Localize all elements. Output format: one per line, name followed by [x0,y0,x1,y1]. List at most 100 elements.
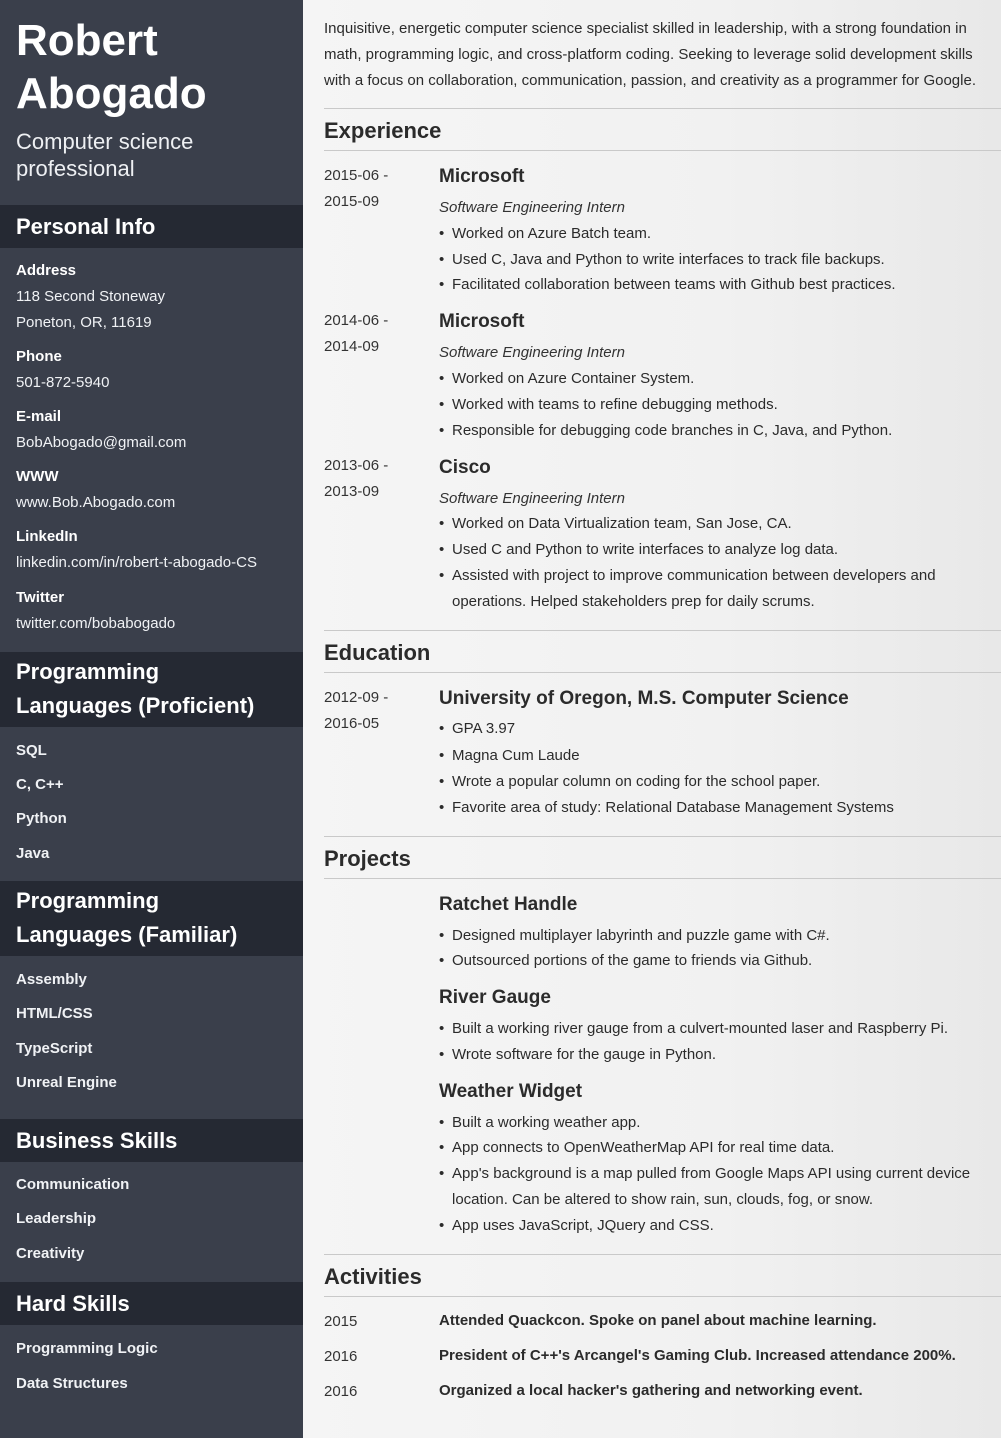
linkedin-value[interactable]: linkedin.com/in/robert-t-abogado-CS [16,550,301,576]
person-title: Computer science professional [16,128,296,182]
www-label: WWW [16,468,59,485]
familiar-languages-heading: Programming Languages (Familiar) [0,881,303,956]
education-bullet: • GPA 3.97 [439,720,516,737]
title-line-1: Computer science [16,129,194,154]
job-bullet: • Worked on Data Virtualization team, San… [439,515,792,532]
proficient-language-item: Java [16,845,50,862]
job-date-end: 2014-09 [324,338,380,355]
hard-skills-heading: Hard Skills [0,1282,303,1325]
hard-skill-item: Data Structures [16,1375,128,1392]
divider [324,108,1001,109]
project-bullet: • App's background is a map pulled from G… [439,1165,971,1208]
sidebar: Robert Abogado Computer science professi… [0,0,303,1438]
project-bullet: • Built a working river gauge from a culv… [439,1020,949,1037]
title-line-2: professional [16,156,135,181]
education-date-start: 2012-09 - [324,689,389,706]
education-bullet: • Wrote a popular column on coding for th… [439,773,821,790]
activity-text: Attended Quackcon. Spoke on panel about … [439,1312,877,1329]
divider [324,150,1001,151]
job-bullet: • Worked on Azure Container System. [439,370,695,387]
twitter-value[interactable]: twitter.com/bobabogado [16,611,301,637]
main-content: Inquisitive, energetic computer science … [303,0,1001,1438]
person-name: Robert Abogado [16,14,296,120]
summary-line: math, programming logic, and cross-platf… [324,46,973,63]
activity-text: Organized a local hacker's gathering and… [439,1382,863,1399]
proficient-languages-heading: Programming Languages (Proficient) [0,652,303,727]
project-bullet: • App connects to OpenWeatherMap API for … [439,1139,835,1156]
proficient-language-item: SQL [16,742,47,759]
hard-skill-item: Programming Logic [16,1340,158,1357]
education-heading: Education [324,640,431,665]
proficient-heading-line-1: Programming [16,659,160,684]
project-bullet: • Outsourced portions of the game to frie… [439,952,813,969]
job-date: 2015-06 - 2015-09 [324,163,424,215]
divider [324,878,1001,879]
activity-year: 2015 [324,1313,358,1330]
activity-year: 2016 [324,1348,358,1365]
proficient-language-item: Python [16,810,67,827]
summary: Inquisitive, energetic computer science … [324,16,1001,94]
divider [324,836,1001,837]
project-name: Ratchet Handle [439,894,578,915]
activities-heading: Activities [324,1264,422,1289]
project-name: River Gauge [439,987,551,1008]
job-bullet: • Worked on Azure Batch team. [439,225,651,242]
job-role: Software Engineering Intern [439,344,625,361]
first-name: Robert [16,16,158,65]
job-bullet: • Used C and Python to write interfaces t… [439,541,839,558]
familiar-language-item: HTML/CSS [16,1005,93,1022]
www-value[interactable]: www.Bob.Abogado.com [16,490,301,516]
projects-heading: Projects [324,846,411,871]
project-bullet: • App uses JavaScript, JQuery and CSS. [439,1217,714,1234]
activity-year: 2016 [324,1383,358,1400]
summary-line: Inquisitive, energetic computer science … [324,20,967,37]
project-bullet: • Wrote software for the gauge in Python. [439,1046,717,1063]
linkedin-label: LinkedIn [16,528,78,545]
project-name: Weather Widget [439,1081,583,1102]
job-role: Software Engineering Intern [439,490,625,507]
experience-heading: Experience [324,118,442,143]
email-label: E-mail [16,408,62,425]
divider [324,1296,1001,1297]
education-bullet: • Favorite area of study: Relational Data… [439,799,894,816]
familiar-language-item: Unreal Engine [16,1074,117,1091]
job-bullet: • Responsible for debugging code branches… [439,422,893,439]
education-date-end: 2016-05 [324,715,380,732]
address-line-2: Poneton, OR, 11619 [16,314,152,331]
activity-text: President of C++'s Arcangel's Gaming Clu… [439,1347,956,1364]
job-date-start: 2013-06 - [324,457,389,474]
job-company: Cisco [439,457,491,478]
divider [324,1254,1001,1255]
personal-info-heading: Personal Info [0,205,303,248]
familiar-heading-line-1: Programming [16,888,160,913]
proficient-heading-line-2: Languages (Proficient) [16,693,255,718]
education-school: University of Oregon, M.S. Computer Scie… [439,688,849,709]
proficient-language-item: C, C++ [16,776,64,793]
job-date-start: 2014-06 - [324,312,389,329]
job-date-start: 2015-06 - [324,167,389,184]
twitter-label: Twitter [16,589,65,606]
job-bullet: • Assisted with project to improve commun… [439,567,936,610]
job-company: Microsoft [439,311,525,332]
familiar-language-item: Assembly [16,971,87,988]
business-skill-item: Creativity [16,1245,85,1262]
summary-line: with a focus on collaboration, communica… [324,72,976,89]
job-company: Microsoft [439,166,525,187]
job-date-end: 2015-09 [324,193,380,210]
education-date: 2012-09 - 2016-05 [324,685,424,737]
job-bullet: • Facilitated collaboration between teams… [439,276,896,293]
job-bullet: • Worked with teams to refine debugging m… [439,396,778,413]
job-role: Software Engineering Intern [439,199,625,216]
phone-label: Phone [16,348,62,365]
job-date-end: 2013-09 [324,483,380,500]
phone-value: 501-872-5940 [16,374,110,391]
job-date: 2014-06 - 2014-09 [324,308,424,360]
email-value[interactable]: BobAbogado@gmail.com [16,430,301,456]
business-skill-item: Leadership [16,1210,97,1227]
last-name: Abogado [16,69,207,118]
project-bullet: • Built a working weather app. [439,1114,641,1131]
job-date: 2013-06 - 2013-09 [324,453,424,505]
familiar-heading-line-2: Languages (Familiar) [16,922,238,947]
divider [324,630,1001,631]
address-line-1: 118 Second Stoneway [16,288,165,305]
